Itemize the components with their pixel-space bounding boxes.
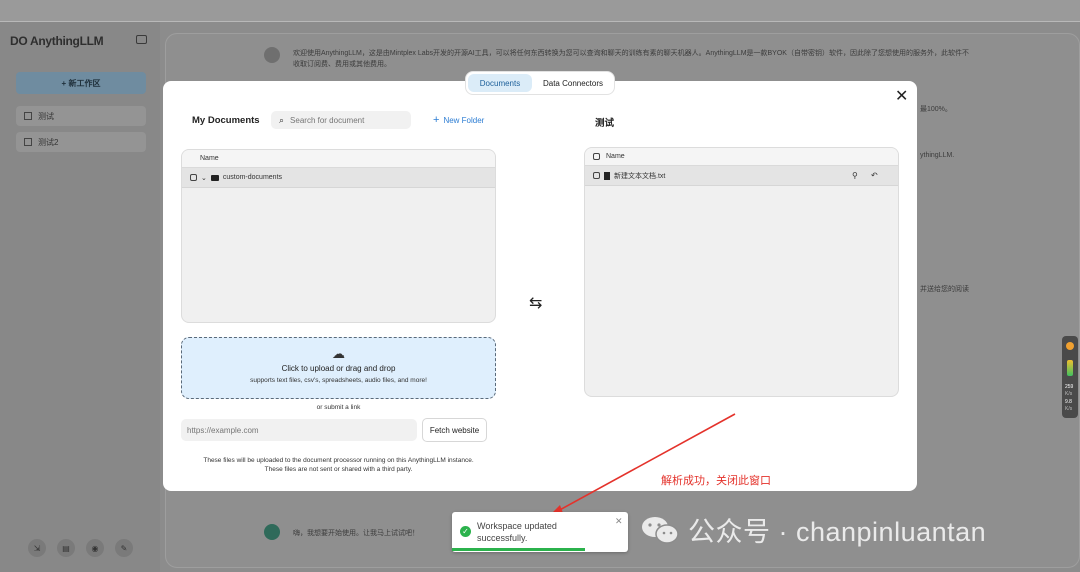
or-submit-link-label: or submit a link (316, 404, 361, 411)
workspace-title: 测试 (595, 118, 615, 129)
assistant-avatar (264, 47, 280, 63)
new-workspace-button[interactable]: + 新工作区 (16, 72, 146, 94)
folder-row[interactable]: ⌄ custom-documents (182, 168, 495, 188)
toast-message: Workspace updated successfully. (477, 521, 557, 543)
workspace-label: 测试2 (38, 137, 59, 147)
search-input[interactable] (290, 115, 401, 125)
workspace-label: 测试 (38, 111, 54, 121)
new-folder-label: New Folder (443, 115, 485, 125)
speed-unit-2: K/s (1065, 406, 1073, 412)
pin-icon[interactable]: ⚲ (852, 171, 858, 180)
notice-line-1: These files will be uploaded to the docu… (203, 457, 474, 464)
toast-progress-bar (452, 548, 585, 551)
folder-name: custom-documents (222, 174, 283, 181)
user-avatar (264, 524, 280, 540)
check-circle-icon: ✓ (460, 526, 471, 537)
chat-intro-text: 欢迎使用AnythingLLM，这是由Mintplex Labs开发的开源AI工… (293, 50, 969, 68)
docs-icon[interactable]: ▤ (57, 539, 75, 557)
modal-tabs: Documents Data Connectors (465, 71, 615, 95)
speed-gauge (1067, 360, 1073, 376)
sidebar: DO AnythingLLM + 新工作区 测试 测试2 ⇲ ▤ ◉ ✎ (0, 22, 160, 572)
fetch-website-button[interactable]: Fetch website (422, 418, 487, 442)
link-url-input[interactable] (181, 419, 417, 441)
sidebar-item-workspace-2[interactable]: 测试2 (16, 132, 146, 152)
success-toast: ✓ Workspace updated successfully. ✕ (452, 512, 628, 552)
upload-dropzone[interactable]: ☁ Click to upload or drag and drop suppo… (181, 337, 496, 399)
my-documents-panel: Name ⌄ custom-documents (181, 149, 496, 323)
select-all-checkbox[interactable] (593, 153, 600, 160)
workspace-icon (24, 138, 32, 146)
move-arrows-icon: ⇆ (529, 295, 543, 312)
speed-value-1: 259 (1065, 384, 1074, 390)
watermark: 公众号 · chanpinluantan (640, 510, 986, 549)
chat-snippet: 最100%。 (920, 106, 952, 113)
upload-notice: These files will be uploaded to the docu… (181, 456, 496, 474)
upload-title: Click to upload or drag and drop (281, 364, 396, 373)
column-header-name: Name (606, 153, 625, 160)
sidebar-item-workspace-1[interactable]: 测试 (16, 106, 146, 126)
chat-snippet: ythingLLM. (920, 152, 955, 159)
wechat-icon (642, 516, 679, 544)
annotation-text: 解析成功，关闭此窗口 (661, 475, 771, 487)
sidebar-toggle-icon[interactable] (136, 35, 147, 44)
new-folder-button[interactable]: + New Folder (433, 114, 484, 126)
my-documents-title: My Documents (192, 115, 260, 126)
workspace-documents-panel: Name 新建文本文档.txt ⚲ ↶ (584, 147, 899, 397)
app-logo: DO AnythingLLM (10, 34, 104, 48)
chat-snippet: 并送给您的阅读 (920, 286, 969, 293)
upload-subtitle: supports text files, csv's, spreadsheets… (250, 377, 427, 384)
search-icon: ⌕ (279, 114, 285, 125)
document-search[interactable]: ⌕ (271, 111, 411, 129)
tab-data-connectors[interactable]: Data Connectors (534, 74, 612, 92)
tab-documents[interactable]: Documents (468, 74, 532, 92)
speed-unit-1: K/s (1065, 391, 1073, 397)
chat-prompt-text: 嗨，我想要开始使用。让我马上试试吧！ (293, 530, 419, 537)
checkbox[interactable] (593, 172, 600, 179)
watermark-text: 公众号 · chanpinluantan (688, 517, 987, 547)
discord-icon[interactable]: ◉ (86, 539, 104, 557)
checkbox[interactable] (190, 174, 197, 181)
speed-value-2: 9.8 (1065, 399, 1072, 405)
workspace-column-header: Name (585, 148, 898, 166)
close-icon[interactable]: ✕ (895, 86, 908, 106)
chevron-down-icon[interactable]: ⌄ (201, 174, 207, 182)
speed-widget-icon (1066, 342, 1074, 350)
undo-icon[interactable]: ↶ (871, 171, 878, 180)
file-row[interactable]: 新建文本文档.txt ⚲ ↶ (585, 166, 898, 186)
support-icon[interactable]: ⇲ (28, 539, 46, 557)
workspace-icon (24, 112, 32, 120)
file-icon (604, 171, 610, 180)
window-topbar (0, 0, 1080, 22)
folder-icon (210, 174, 219, 181)
plus-icon: + (433, 114, 440, 126)
toast-close-icon[interactable]: ✕ (615, 516, 623, 527)
cloud-upload-icon: ☁ (332, 346, 345, 361)
file-name: 新建文本文档.txt (614, 172, 666, 180)
column-header-name: Name (182, 150, 495, 168)
notice-line-2: These files are not sent or shared with … (264, 466, 413, 473)
settings-wrench-icon[interactable]: ✎ (115, 539, 133, 557)
